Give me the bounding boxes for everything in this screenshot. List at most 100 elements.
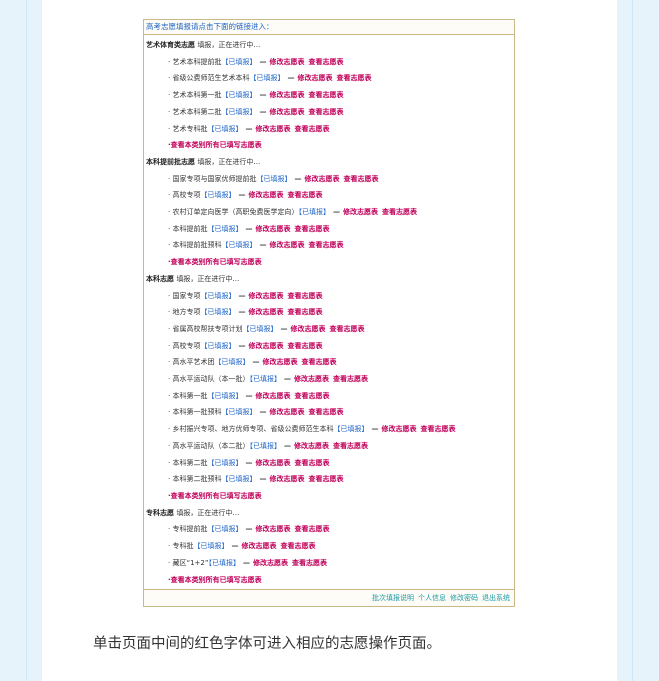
view-link[interactable]: 查看志愿表	[382, 208, 417, 216]
modify-link[interactable]: 修改志愿表	[255, 459, 290, 467]
filled-tag[interactable]: 【已填报】	[208, 559, 240, 567]
footer-link[interactable]: 修改密码	[450, 594, 478, 602]
filled-tag[interactable]: 【已填报】	[207, 225, 242, 233]
filled-tag[interactable]: 【已填报】	[221, 475, 256, 483]
dash-separator: —	[238, 341, 246, 350]
section-name: 艺术体育类志愿	[146, 41, 195, 49]
view-link[interactable]: 查看志愿表	[336, 74, 371, 82]
view-link[interactable]: 查看志愿表	[308, 408, 343, 416]
modify-link[interactable]: 修改志愿表	[297, 74, 332, 82]
batch-name: 本科提前批	[172, 224, 208, 233]
filled-tag[interactable]: 【已填报】	[221, 408, 256, 416]
view-link[interactable]: 查看志愿表	[308, 108, 343, 116]
footer-link[interactable]: 批次填报说明	[372, 594, 414, 602]
modify-link[interactable]: 修改志愿表	[269, 58, 304, 66]
view-link[interactable]: 查看志愿表	[280, 542, 315, 550]
filled-tag[interactable]: 【已填报】	[221, 241, 256, 249]
view-link[interactable]: 查看志愿表	[301, 358, 336, 366]
view-link[interactable]: 查看志愿表	[343, 175, 378, 183]
filled-tag[interactable]: 【已填报】	[200, 342, 235, 350]
modify-link[interactable]: 修改志愿表	[255, 392, 290, 400]
batch-row: · 农村订单定向医学（高职免费医学定向）【已填报】 — 修改志愿表 查看志愿表	[146, 204, 514, 221]
filled-tag[interactable]: 【已填报】	[200, 308, 235, 316]
modify-link[interactable]: 修改志愿表	[255, 525, 290, 533]
filled-tag[interactable]: 【已填报】	[242, 325, 277, 333]
filled-tag[interactable]: 【已填报】	[298, 208, 330, 216]
view-link[interactable]: 查看志愿表	[287, 342, 322, 350]
modify-link[interactable]: 修改志愿表	[248, 292, 283, 300]
footer-link[interactable]: 退出系统	[482, 594, 510, 602]
filled-tag[interactable]: 【已填报】	[249, 442, 281, 450]
view-all-link[interactable]: ·查看本类别所有已填写志愿表	[146, 254, 514, 271]
modify-link[interactable]: 修改志愿表	[269, 91, 304, 99]
filled-tag[interactable]: 【已填报】	[249, 74, 284, 82]
view-link[interactable]: 查看志愿表	[292, 559, 327, 567]
filled-tag[interactable]: 【已填报】	[256, 175, 291, 183]
view-link[interactable]: 查看志愿表	[287, 308, 322, 316]
modify-link[interactable]: 修改志愿表	[253, 559, 288, 567]
filled-tag[interactable]: 【已填报】	[207, 459, 242, 467]
dash-separator: —	[371, 425, 379, 434]
filled-tag[interactable]: 【已填报】	[207, 125, 242, 133]
view-link[interactable]: 查看志愿表	[308, 475, 343, 483]
view-link[interactable]: 查看志愿表	[329, 325, 364, 333]
view-all-link[interactable]: ·查看本类别所有已填写志愿表	[146, 488, 514, 505]
modify-link[interactable]: 修改志愿表	[262, 358, 297, 366]
batch-name: 国家专项	[172, 291, 201, 300]
view-link[interactable]: 查看志愿表	[420, 425, 455, 433]
modify-link[interactable]: 修改志愿表	[241, 542, 276, 550]
view-link[interactable]: 查看志愿表	[287, 292, 322, 300]
modify-link[interactable]: 修改志愿表	[255, 125, 290, 133]
filled-tag[interactable]: 【已填报】	[221, 108, 256, 116]
filled-tag[interactable]: 【已填报】	[200, 191, 235, 199]
filled-tag[interactable]: 【已填报】	[333, 425, 368, 433]
modify-link[interactable]: 修改志愿表	[248, 342, 283, 350]
modify-link[interactable]: 修改志愿表	[269, 475, 304, 483]
filled-tag[interactable]: 【已填报】	[207, 525, 242, 533]
modify-link[interactable]: 修改志愿表	[248, 308, 283, 316]
modify-link[interactable]: 修改志愿表	[294, 375, 329, 383]
view-link[interactable]: 查看志愿表	[308, 91, 343, 99]
filled-tag[interactable]: 【已填报】	[221, 58, 256, 66]
modify-link[interactable]: 修改志愿表	[255, 225, 290, 233]
view-link[interactable]: 查看志愿表	[294, 125, 329, 133]
modify-link[interactable]: 修改志愿表	[269, 241, 304, 249]
caption-text: 单击页面中间的红色字体可进入相应的志愿操作页面。	[93, 636, 441, 652]
view-all-link[interactable]: ·查看本类别所有已填写志愿表	[146, 137, 514, 154]
modify-link[interactable]: 修改志愿表	[304, 175, 339, 183]
filled-tag[interactable]: 【已填报】	[221, 91, 256, 99]
modify-link[interactable]: 修改志愿表	[290, 325, 325, 333]
view-link[interactable]: 查看志愿表	[308, 58, 343, 66]
dash-separator: —	[238, 191, 246, 200]
view-link[interactable]: 查看志愿表	[294, 225, 329, 233]
modify-link[interactable]: 修改志愿表	[294, 442, 329, 450]
batch-row: · 艺术专科批【已填报】 — 修改志愿表 查看志愿表	[146, 121, 514, 138]
filled-tag[interactable]: 【已填报】	[200, 292, 235, 300]
modify-link[interactable]: 修改志愿表	[343, 208, 378, 216]
dash-separator: —	[259, 241, 267, 250]
filled-tag[interactable]: 【已填报】	[249, 375, 281, 383]
footer-link[interactable]: 个人信息	[418, 594, 446, 602]
batch-row: · 乡村振兴专项、地方优师专项、省级公费师范生本科【已填报】 — 修改志愿表 查看志愿…	[146, 421, 514, 438]
filled-tag[interactable]: 【已填报】	[214, 358, 249, 366]
filled-tag[interactable]: 【已填报】	[207, 392, 242, 400]
view-link[interactable]: 查看志愿表	[294, 525, 329, 533]
batch-name: 本科第二批预科	[172, 475, 222, 484]
dash-separator: —	[245, 525, 253, 534]
dash-separator: —	[242, 558, 250, 567]
view-all-link[interactable]: ·查看本类别所有已填写志愿表	[146, 572, 514, 589]
view-link[interactable]: 查看志愿表	[294, 392, 329, 400]
view-link[interactable]: 查看志愿表	[287, 191, 322, 199]
view-link[interactable]: 查看志愿表	[333, 442, 368, 450]
view-link[interactable]: 查看志愿表	[294, 459, 329, 467]
view-link[interactable]: 查看志愿表	[333, 375, 368, 383]
batch-name: 高水平运动队（本二批）	[172, 441, 250, 450]
view-link[interactable]: 查看志愿表	[308, 241, 343, 249]
modify-link[interactable]: 修改志愿表	[269, 408, 304, 416]
modify-link[interactable]: 修改志愿表	[248, 191, 283, 199]
filled-tag[interactable]: 【已填报】	[193, 542, 228, 550]
dash-separator: —	[259, 408, 267, 417]
modify-link[interactable]: 修改志愿表	[381, 425, 416, 433]
modify-link[interactable]: 修改志愿表	[269, 108, 304, 116]
section-title: 本科提前批志愿 填报，正在进行中…	[146, 154, 514, 171]
